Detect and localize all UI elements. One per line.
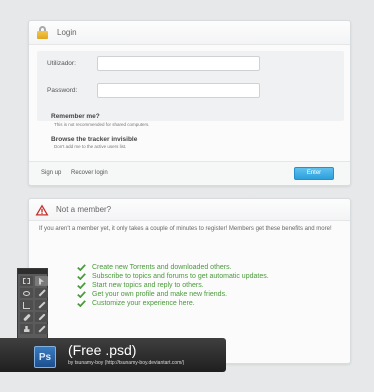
signup-link[interactable]: Sign up	[41, 170, 61, 176]
healing-brush-tool-icon	[20, 312, 33, 322]
stamp-tool-icon	[20, 324, 33, 334]
marquee-tool-icon	[20, 276, 33, 286]
perk-item: Subscribe to topics and forums to get au…	[77, 273, 269, 280]
check-icon	[77, 264, 86, 271]
recover-login-link[interactable]: Recover login	[71, 170, 108, 176]
history-brush-tool-icon	[35, 324, 48, 334]
enter-button[interactable]: Enter	[294, 167, 334, 180]
photoshop-logo-icon: Ps	[34, 346, 56, 368]
check-icon	[77, 300, 86, 307]
eyedropper-tool-icon	[35, 300, 48, 310]
lock-icon	[37, 26, 48, 39]
check-icon	[77, 291, 86, 298]
browse-invisible-option[interactable]: Browse the tracker invisible	[51, 136, 137, 143]
perk-item: Customize your experience here.	[77, 300, 195, 307]
perk-text: Customize your experience here.	[92, 300, 195, 307]
password-label: Password:	[47, 87, 78, 94]
remember-me-option[interactable]: Remember me?	[51, 113, 100, 120]
member-header: Not a member?	[29, 199, 350, 221]
perk-text: Create new Torrents and downloaded other…	[92, 264, 232, 271]
check-icon	[77, 282, 86, 289]
banner-title: (Free .psd)	[68, 342, 137, 358]
perk-item: Create new Torrents and downloaded other…	[77, 264, 232, 271]
browse-invisible-desc: Don't add me to the active users list.	[54, 144, 127, 149]
perk-text: Get your own profile and make new friend…	[92, 291, 228, 298]
photoshop-toolbar	[17, 268, 48, 342]
login-panel: Login Utilizador: Password: Remember me?…	[28, 20, 351, 186]
perk-text: Start new topics and reply to others.	[92, 282, 204, 289]
remember-me-desc: This is not recommended for shared compu…	[54, 122, 150, 127]
username-label: Utilizador:	[47, 60, 76, 67]
magic-wand-tool-icon	[35, 288, 48, 298]
perk-item: Start new topics and reply to others.	[77, 282, 204, 289]
perk-item: Get your own profile and make new friend…	[77, 291, 227, 298]
member-title: Not a member?	[56, 205, 112, 214]
warning-icon	[35, 204, 49, 215]
login-footer: Sign up Recover login Enter	[29, 161, 350, 185]
crop-tool-icon	[20, 300, 33, 310]
login-form: Utilizador: Password:	[37, 51, 344, 121]
banner-credit: by tsunamy-boy (http://tsunamy-boy.devia…	[68, 360, 185, 366]
perk-text: Subscribe to topics and forums to get au…	[92, 273, 269, 280]
check-icon	[77, 273, 86, 280]
member-intro: If you aren't a member yet, it only take…	[39, 226, 332, 232]
lasso-tool-icon	[20, 288, 33, 298]
move-tool-icon	[35, 276, 48, 286]
login-header: Login	[29, 21, 350, 45]
login-title: Login	[57, 28, 77, 37]
username-input[interactable]	[97, 56, 260, 71]
brush-tool-icon	[35, 312, 48, 322]
password-input[interactable]	[97, 83, 260, 98]
